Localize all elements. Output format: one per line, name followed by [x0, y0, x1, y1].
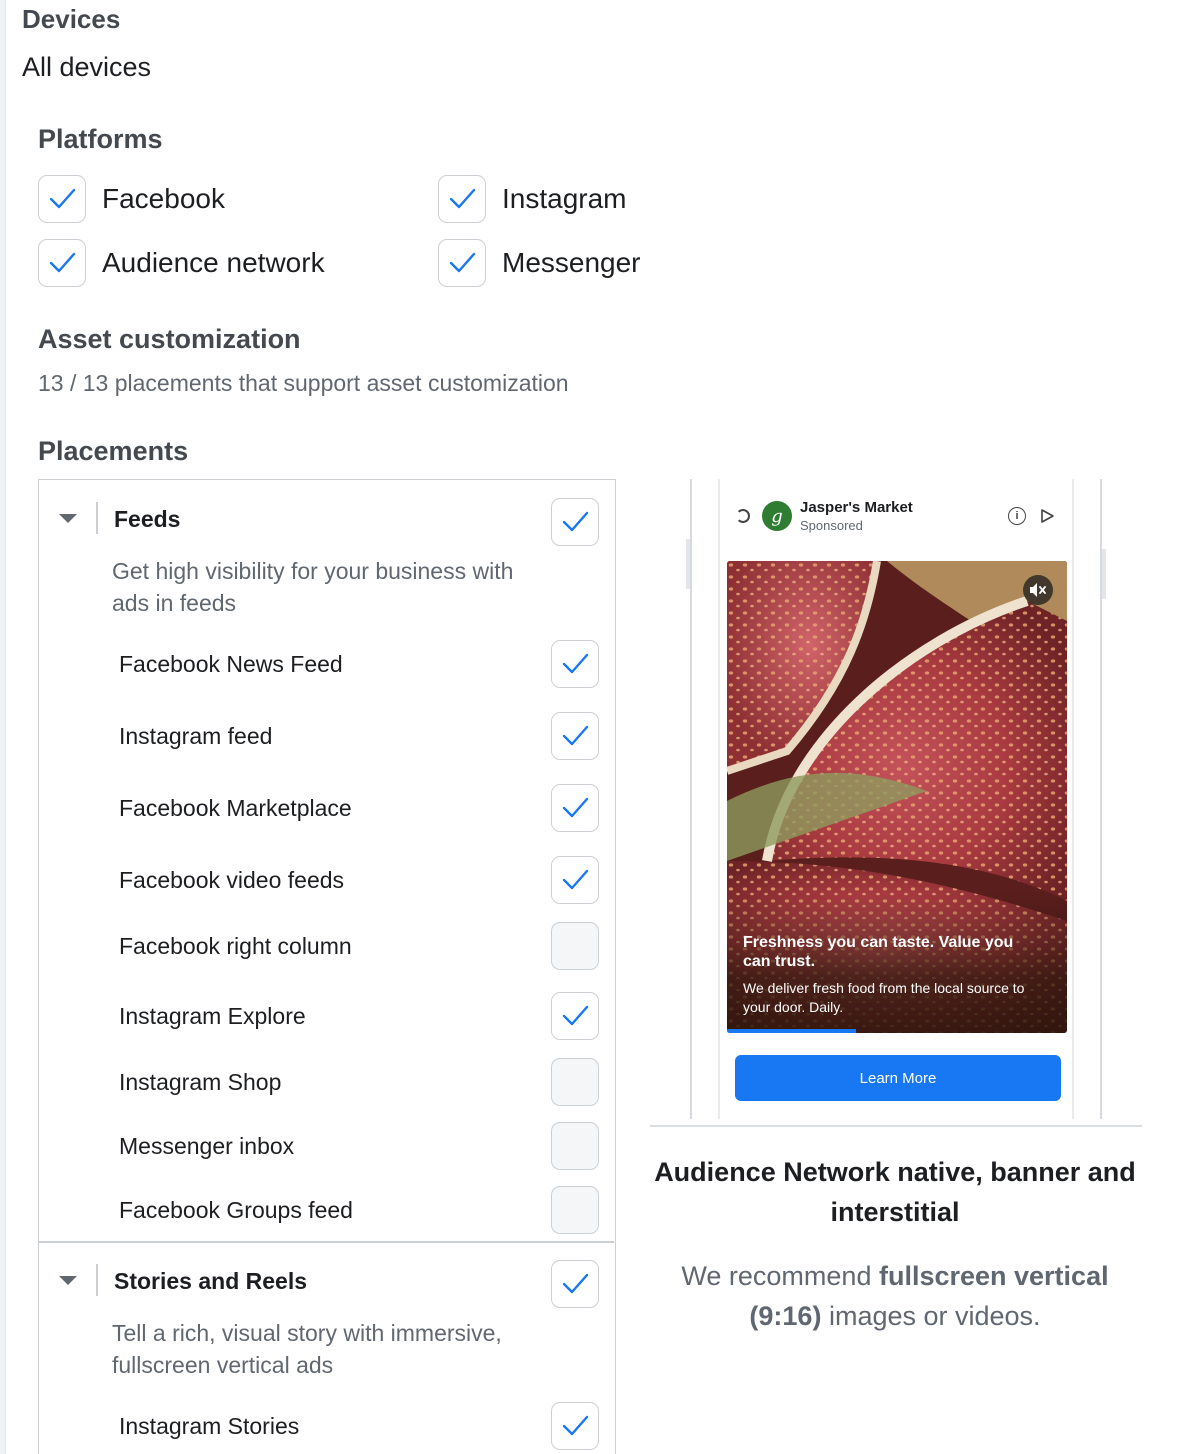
caret-down-icon[interactable] — [59, 1276, 77, 1285]
checkmark-icon — [562, 869, 589, 890]
placement-row[interactable]: Facebook Marketplace — [119, 784, 599, 832]
left-edge-rule — [0, 0, 6, 1454]
placement-checkbox[interactable] — [551, 712, 599, 760]
asset-customization-subtitle: 13 / 13 placements that support asset cu… — [38, 370, 569, 396]
platform-label: Instagram — [502, 183, 627, 214]
video-progress-bar — [727, 1029, 857, 1033]
divider — [96, 502, 98, 534]
placement-row[interactable]: Instagram Shop — [119, 1058, 599, 1106]
checkmark-icon — [562, 1415, 589, 1436]
asset-customization-heading: Asset customization — [38, 324, 301, 354]
devices-value[interactable]: All devices — [22, 52, 151, 83]
placement-checkbox[interactable] — [551, 640, 599, 688]
placement-label: Instagram Stories — [119, 1412, 300, 1439]
feeds-group-checkbox[interactable] — [551, 498, 599, 546]
placement-label: Facebook News Feed — [119, 650, 343, 677]
placement-label: Facebook right column — [119, 932, 352, 959]
placement-checkbox[interactable] — [551, 1058, 599, 1106]
placements-heading: Placements — [38, 436, 189, 466]
placements-list: Feeds Get high visibility for your busin… — [38, 479, 616, 1454]
sponsored-label: Sponsored — [800, 518, 863, 533]
advertiser-avatar: g — [762, 501, 792, 531]
stories-group-checkbox[interactable] — [551, 1260, 599, 1308]
mute-button[interactable] — [1023, 575, 1053, 605]
platform-label: Facebook — [102, 183, 225, 214]
ad-headline: Freshness you can taste. Value you can t… — [743, 934, 1014, 970]
placement-label: Facebook Groups feed — [119, 1196, 353, 1223]
preview-placement-title: Audience Network native, banner and inte… — [654, 1157, 1136, 1227]
preview-recommendation: We recommend fullscreen vertical (9:16) … — [650, 1256, 1140, 1336]
placement-row[interactable]: Messenger inbox — [119, 1122, 599, 1170]
recommendation-suffix: images or videos. — [821, 1301, 1041, 1331]
placement-row[interactable]: Instagram Explore — [119, 992, 599, 1040]
placement-row[interactable]: Instagram feed — [119, 712, 599, 760]
phone-side-button — [686, 539, 690, 589]
placement-checkbox[interactable] — [551, 1122, 599, 1170]
platform-audience-network[interactable]: Audience network — [38, 239, 325, 287]
placement-checkbox[interactable] — [551, 1186, 599, 1234]
platform-facebook[interactable]: Facebook — [38, 175, 225, 223]
ad-header: g Jasper's Market Sponsored i — [736, 499, 1066, 533]
group-divider — [39, 1241, 614, 1243]
audience-network-checkbox[interactable] — [38, 239, 86, 287]
devices-heading: Devices — [22, 4, 121, 34]
placement-label: Instagram Shop — [119, 1068, 282, 1095]
preview-divider — [650, 1125, 1142, 1127]
platform-label: Messenger — [502, 247, 641, 278]
ad-preview-phone: g Jasper's Market Sponsored i Freshness … — [686, 479, 1106, 1119]
phone-side-button — [1102, 549, 1106, 599]
group-description-stories-reels: Tell a rich, visual story with immersive… — [112, 1320, 502, 1378]
checkmark-icon — [562, 725, 589, 746]
checkmark-icon — [449, 252, 476, 273]
placement-label: Instagram Explore — [119, 1002, 306, 1029]
placement-checkbox[interactable] — [551, 784, 599, 832]
divider — [96, 1264, 98, 1296]
placement-row[interactable]: Instagram Stories — [119, 1402, 599, 1450]
checkmark-icon — [562, 511, 589, 532]
placement-checkbox[interactable] — [551, 922, 599, 970]
checkmark-icon — [449, 188, 476, 209]
ad-media-image: Freshness you can taste. Value you can t… — [727, 561, 1067, 1033]
placement-row[interactable]: Facebook right column — [119, 922, 599, 970]
messenger-checkbox[interactable] — [438, 239, 486, 287]
checkmark-icon — [562, 653, 589, 674]
placement-label: Facebook video feeds — [119, 866, 345, 893]
checkmark-icon — [49, 188, 76, 209]
learn-more-button[interactable]: Learn More — [735, 1055, 1061, 1101]
checkmark-icon — [562, 1005, 589, 1026]
placement-label: Facebook Marketplace — [119, 794, 352, 821]
facebook-checkbox[interactable] — [38, 175, 86, 223]
placement-row[interactable]: Facebook Groups feed — [119, 1186, 599, 1234]
recommendation-prefix: We recommend — [681, 1261, 879, 1291]
placement-label: Instagram feed — [119, 722, 273, 749]
checkmark-icon — [49, 252, 76, 273]
checkmark-icon — [562, 1273, 589, 1294]
loading-spinner-icon — [736, 509, 750, 523]
placement-row[interactable]: Facebook video feeds — [119, 856, 599, 904]
mute-icon — [1030, 583, 1046, 597]
group-title-feeds: Feeds — [114, 506, 181, 532]
platform-instagram[interactable]: Instagram — [438, 175, 627, 223]
placement-checkbox[interactable] — [551, 856, 599, 904]
advertiser-name: Jasper's Market — [800, 499, 913, 516]
platform-messenger[interactable]: Messenger — [438, 239, 641, 287]
platforms-heading: Platforms — [38, 124, 163, 154]
instagram-checkbox[interactable] — [438, 175, 486, 223]
checkmark-icon — [562, 797, 589, 818]
placement-row[interactable]: Facebook News Feed — [119, 640, 599, 688]
group-description-feeds: Get high visibility for your business wi… — [112, 558, 514, 616]
platform-label: Audience network — [102, 247, 325, 278]
placement-checkbox[interactable] — [551, 1402, 599, 1450]
caret-down-icon[interactable] — [59, 514, 77, 523]
info-icon[interactable]: i — [1008, 507, 1026, 525]
adchoices-icon[interactable] — [1038, 507, 1056, 525]
ad-body-text: We deliver fresh food from the local sou… — [743, 980, 1025, 1015]
group-title-stories-reels: Stories and Reels — [114, 1268, 308, 1294]
placement-label: Messenger inbox — [119, 1132, 295, 1159]
placement-checkbox[interactable] — [551, 992, 599, 1040]
